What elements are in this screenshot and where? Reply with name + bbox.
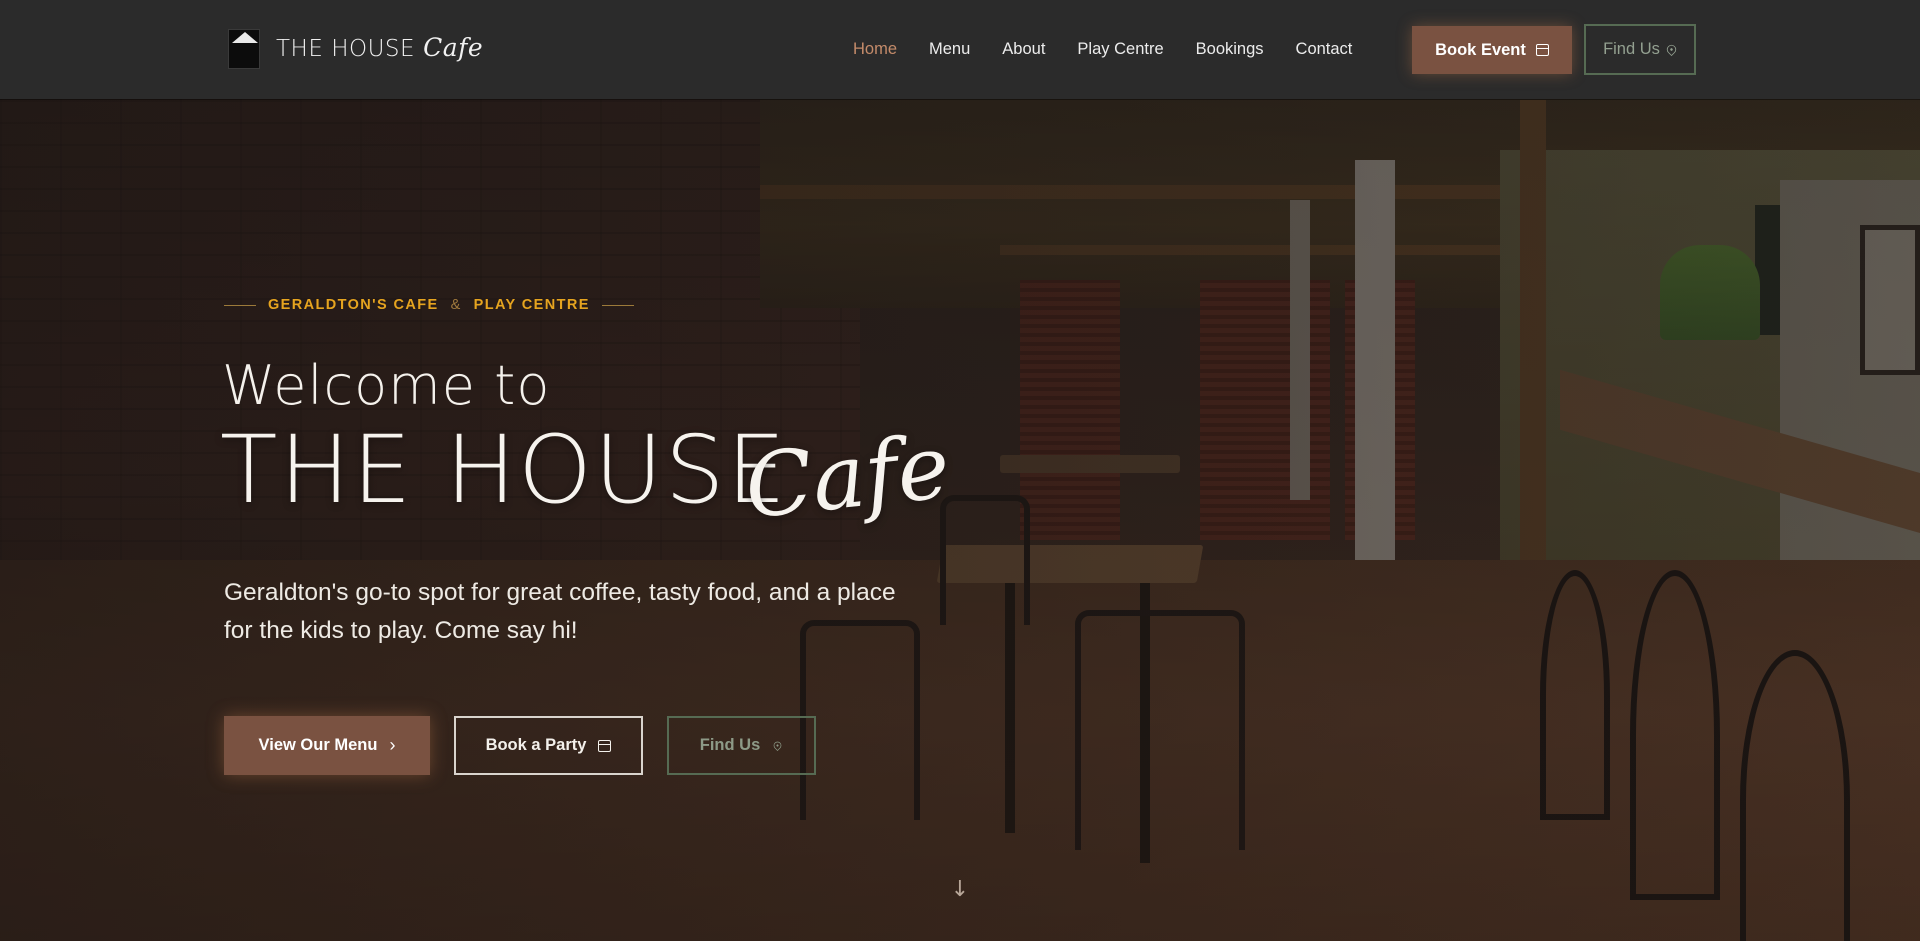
nav-menu[interactable]: Menu (929, 40, 970, 59)
brand-script: Cafe (423, 33, 484, 62)
logo[interactable] (228, 29, 260, 69)
hero-eyebrow: GERALDTON'S CAFE & PLAY CENTRE (224, 297, 634, 313)
location-pin-icon (1664, 42, 1679, 57)
find-us-nav-label: Find Us (1603, 40, 1660, 58)
brand-main: THE HOUSE (276, 36, 416, 62)
hero-title-script: Cafe (740, 414, 955, 539)
nav-bookings[interactable]: Bookings (1196, 40, 1264, 59)
find-us-label: Find Us (699, 736, 761, 754)
hero-title: THE HOUSE (220, 416, 788, 525)
main-nav: Home Menu About Play Centre Bookings Con… (853, 40, 1384, 59)
calendar-icon (598, 739, 612, 752)
book-event-label: Book Event (1435, 40, 1526, 59)
eyebrow-line-right (601, 304, 634, 306)
book-event-button[interactable]: Book Event (1412, 26, 1572, 74)
calendar-icon (1535, 44, 1549, 56)
eyebrow-cafe: GERALDTON'S CAFE (268, 297, 439, 313)
find-us-button[interactable]: Find Us (667, 716, 816, 775)
chevron-right-icon: › (389, 735, 396, 755)
eyebrow-ampersand: & (450, 297, 462, 313)
eyebrow-line-left (224, 304, 256, 306)
hero-welcome: Welcome to (222, 354, 551, 417)
nav-play-centre[interactable]: Play Centre (1077, 40, 1163, 59)
brand-name[interactable]: THE HOUSE Cafe (276, 33, 483, 62)
book-party-label: Book a Party (485, 736, 587, 754)
logo-mark-icon (233, 47, 235, 53)
hero-description: Geraldton's go-to spot for great coffee,… (224, 579, 896, 644)
site-header: THE HOUSE Cafe Home Menu About Play Centr… (0, 0, 1920, 99)
nav-about[interactable]: About (1002, 40, 1045, 59)
nav-home[interactable]: Home (853, 40, 897, 59)
nav-contact[interactable]: Contact (1296, 40, 1353, 59)
eyebrow-play-centre: PLAY CENTRE (473, 297, 590, 313)
view-menu-label: View Our Menu (258, 736, 378, 754)
arrow-down-icon[interactable]: ↓ (950, 878, 970, 902)
location-pin-icon (772, 740, 784, 751)
view-menu-button[interactable]: View Our Menu › (224, 716, 430, 775)
book-party-button[interactable]: Book a Party (454, 716, 643, 775)
find-us-nav-button[interactable]: Find Us (1584, 24, 1696, 75)
hero-content: GERALDTON'S CAFE & PLAY CENTRE Welcome t… (0, 0, 1920, 941)
